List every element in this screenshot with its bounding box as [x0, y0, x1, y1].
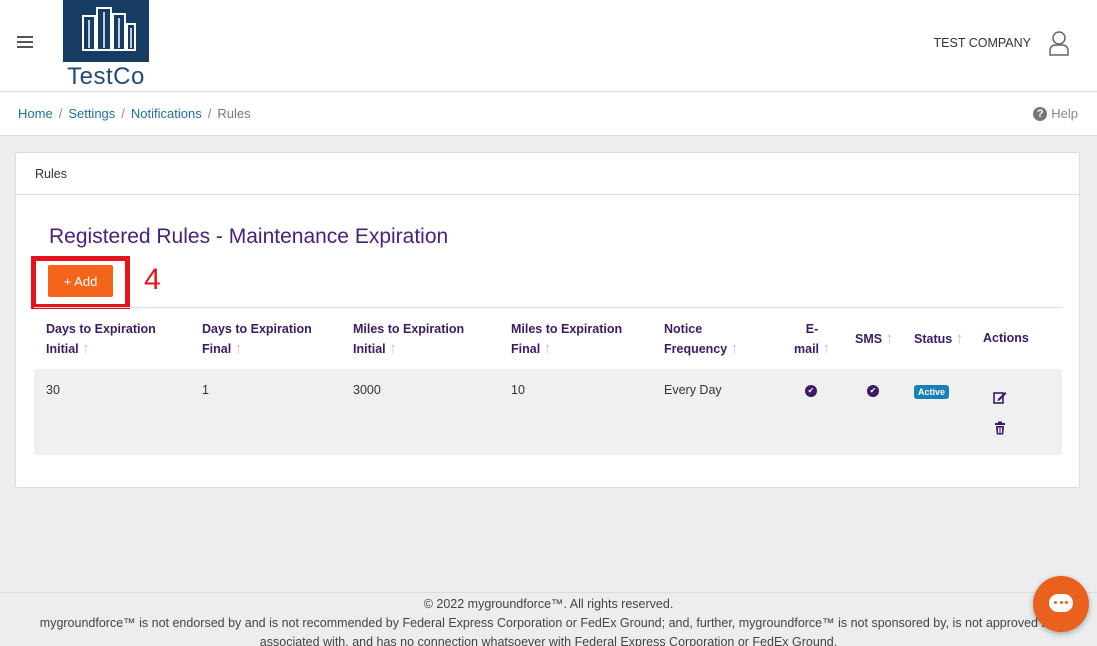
help-label: Help	[1051, 106, 1078, 121]
rules-card: Rules Registered Rules - Maintenance Exp…	[15, 152, 1080, 488]
cell-miles-initial: 3000	[353, 383, 381, 397]
sort-arrow-icon: ↑	[730, 340, 739, 357]
email-check-icon: ✔	[805, 385, 817, 397]
cell-miles-final: 10	[511, 383, 525, 397]
sort-arrow-icon: ↑	[82, 340, 90, 357]
table-row: 30 1 3000 10 Every Day ✔ ✔ Active	[34, 369, 1062, 455]
breadcrumb: Home / Settings / Notifications / Rules	[18, 106, 251, 121]
table-header: Days to Expiration Initial ↑ Days to Expi…	[34, 308, 1062, 369]
hamburger-menu-icon[interactable]	[17, 36, 33, 48]
footer-disclaimer-1: mygroundforce™ is not endorsed by and is…	[39, 616, 1058, 630]
page-footer: © 2022 mygroundforce™. All rights reserv…	[0, 592, 1097, 646]
card-header: Rules	[16, 153, 1079, 195]
sort-arrow-icon: ↑	[885, 330, 894, 347]
delete-trash-icon[interactable]	[993, 421, 1007, 435]
help-icon: ?	[1033, 106, 1048, 121]
sort-arrow-icon: ↑	[234, 340, 243, 357]
step-number: 4	[144, 263, 161, 296]
cell-frequency: Every Day	[664, 383, 722, 397]
col-miles-final[interactable]: Miles to Expiration Final ↑	[511, 320, 622, 359]
breadcrumb-home[interactable]: Home	[18, 106, 53, 121]
breadcrumb-settings[interactable]: Settings	[68, 106, 115, 121]
top-header: TestCo TEST COMPANY	[0, 0, 1097, 92]
breadcrumb-current: Rules	[217, 106, 251, 121]
cell-days-final: 1	[202, 383, 209, 397]
company-name[interactable]: TEST COMPANY	[934, 36, 1031, 50]
breadcrumb-separator: /	[121, 106, 125, 121]
col-status[interactable]: Status ↑	[914, 329, 963, 349]
sort-arrow-icon: ↑	[955, 330, 964, 347]
footer-copyright: © 2022 mygroundforce™. All rights reserv…	[423, 597, 674, 611]
company-logo[interactable]: TestCo	[63, 0, 149, 92]
breadcrumb-notifications[interactable]: Notifications	[131, 106, 202, 121]
sms-check-icon: ✔	[867, 385, 879, 397]
chat-button[interactable]	[1033, 576, 1089, 632]
col-days-initial[interactable]: Days to Expiration Initial ↑	[46, 320, 156, 359]
breadcrumb-bar: Home / Settings / Notifications / Rules ? Help	[0, 92, 1097, 136]
add-rule-button[interactable]: + Add	[48, 265, 113, 297]
sort-arrow-icon: ↑	[543, 340, 552, 357]
breadcrumb-separator: /	[207, 106, 212, 121]
section-title: Registered Rules - Maintenance Expiratio…	[49, 225, 449, 248]
status-badge: Active	[914, 385, 950, 399]
help-link[interactable]: ? Help	[1033, 106, 1078, 121]
footer-disclaimer-2: associated with, and has no connection w…	[259, 635, 838, 646]
rules-table: Days to Expiration Initial ↑ Days to Expi…	[34, 307, 1062, 455]
col-actions: Actions	[983, 331, 1029, 345]
logo-text: TestCo	[67, 63, 145, 90]
col-miles-initial[interactable]: Miles to Expiration Initial ↑	[353, 320, 464, 359]
cell-days-initial: 30	[46, 383, 60, 397]
col-notice-frequency[interactable]: Notice Frequency ↑	[664, 320, 738, 359]
sort-arrow-icon: ↑	[822, 340, 831, 357]
breadcrumb-separator: /	[58, 106, 63, 121]
sort-arrow-icon: ↑	[389, 340, 397, 357]
edit-icon[interactable]	[993, 390, 1007, 404]
user-profile-icon[interactable]	[1048, 30, 1070, 56]
col-email[interactable]: E-mail ↑	[794, 320, 830, 359]
col-sms[interactable]: SMS ↑	[855, 329, 893, 349]
building-logo-icon	[63, 0, 149, 62]
col-days-final[interactable]: Days to Expiration Final ↑	[202, 320, 312, 359]
